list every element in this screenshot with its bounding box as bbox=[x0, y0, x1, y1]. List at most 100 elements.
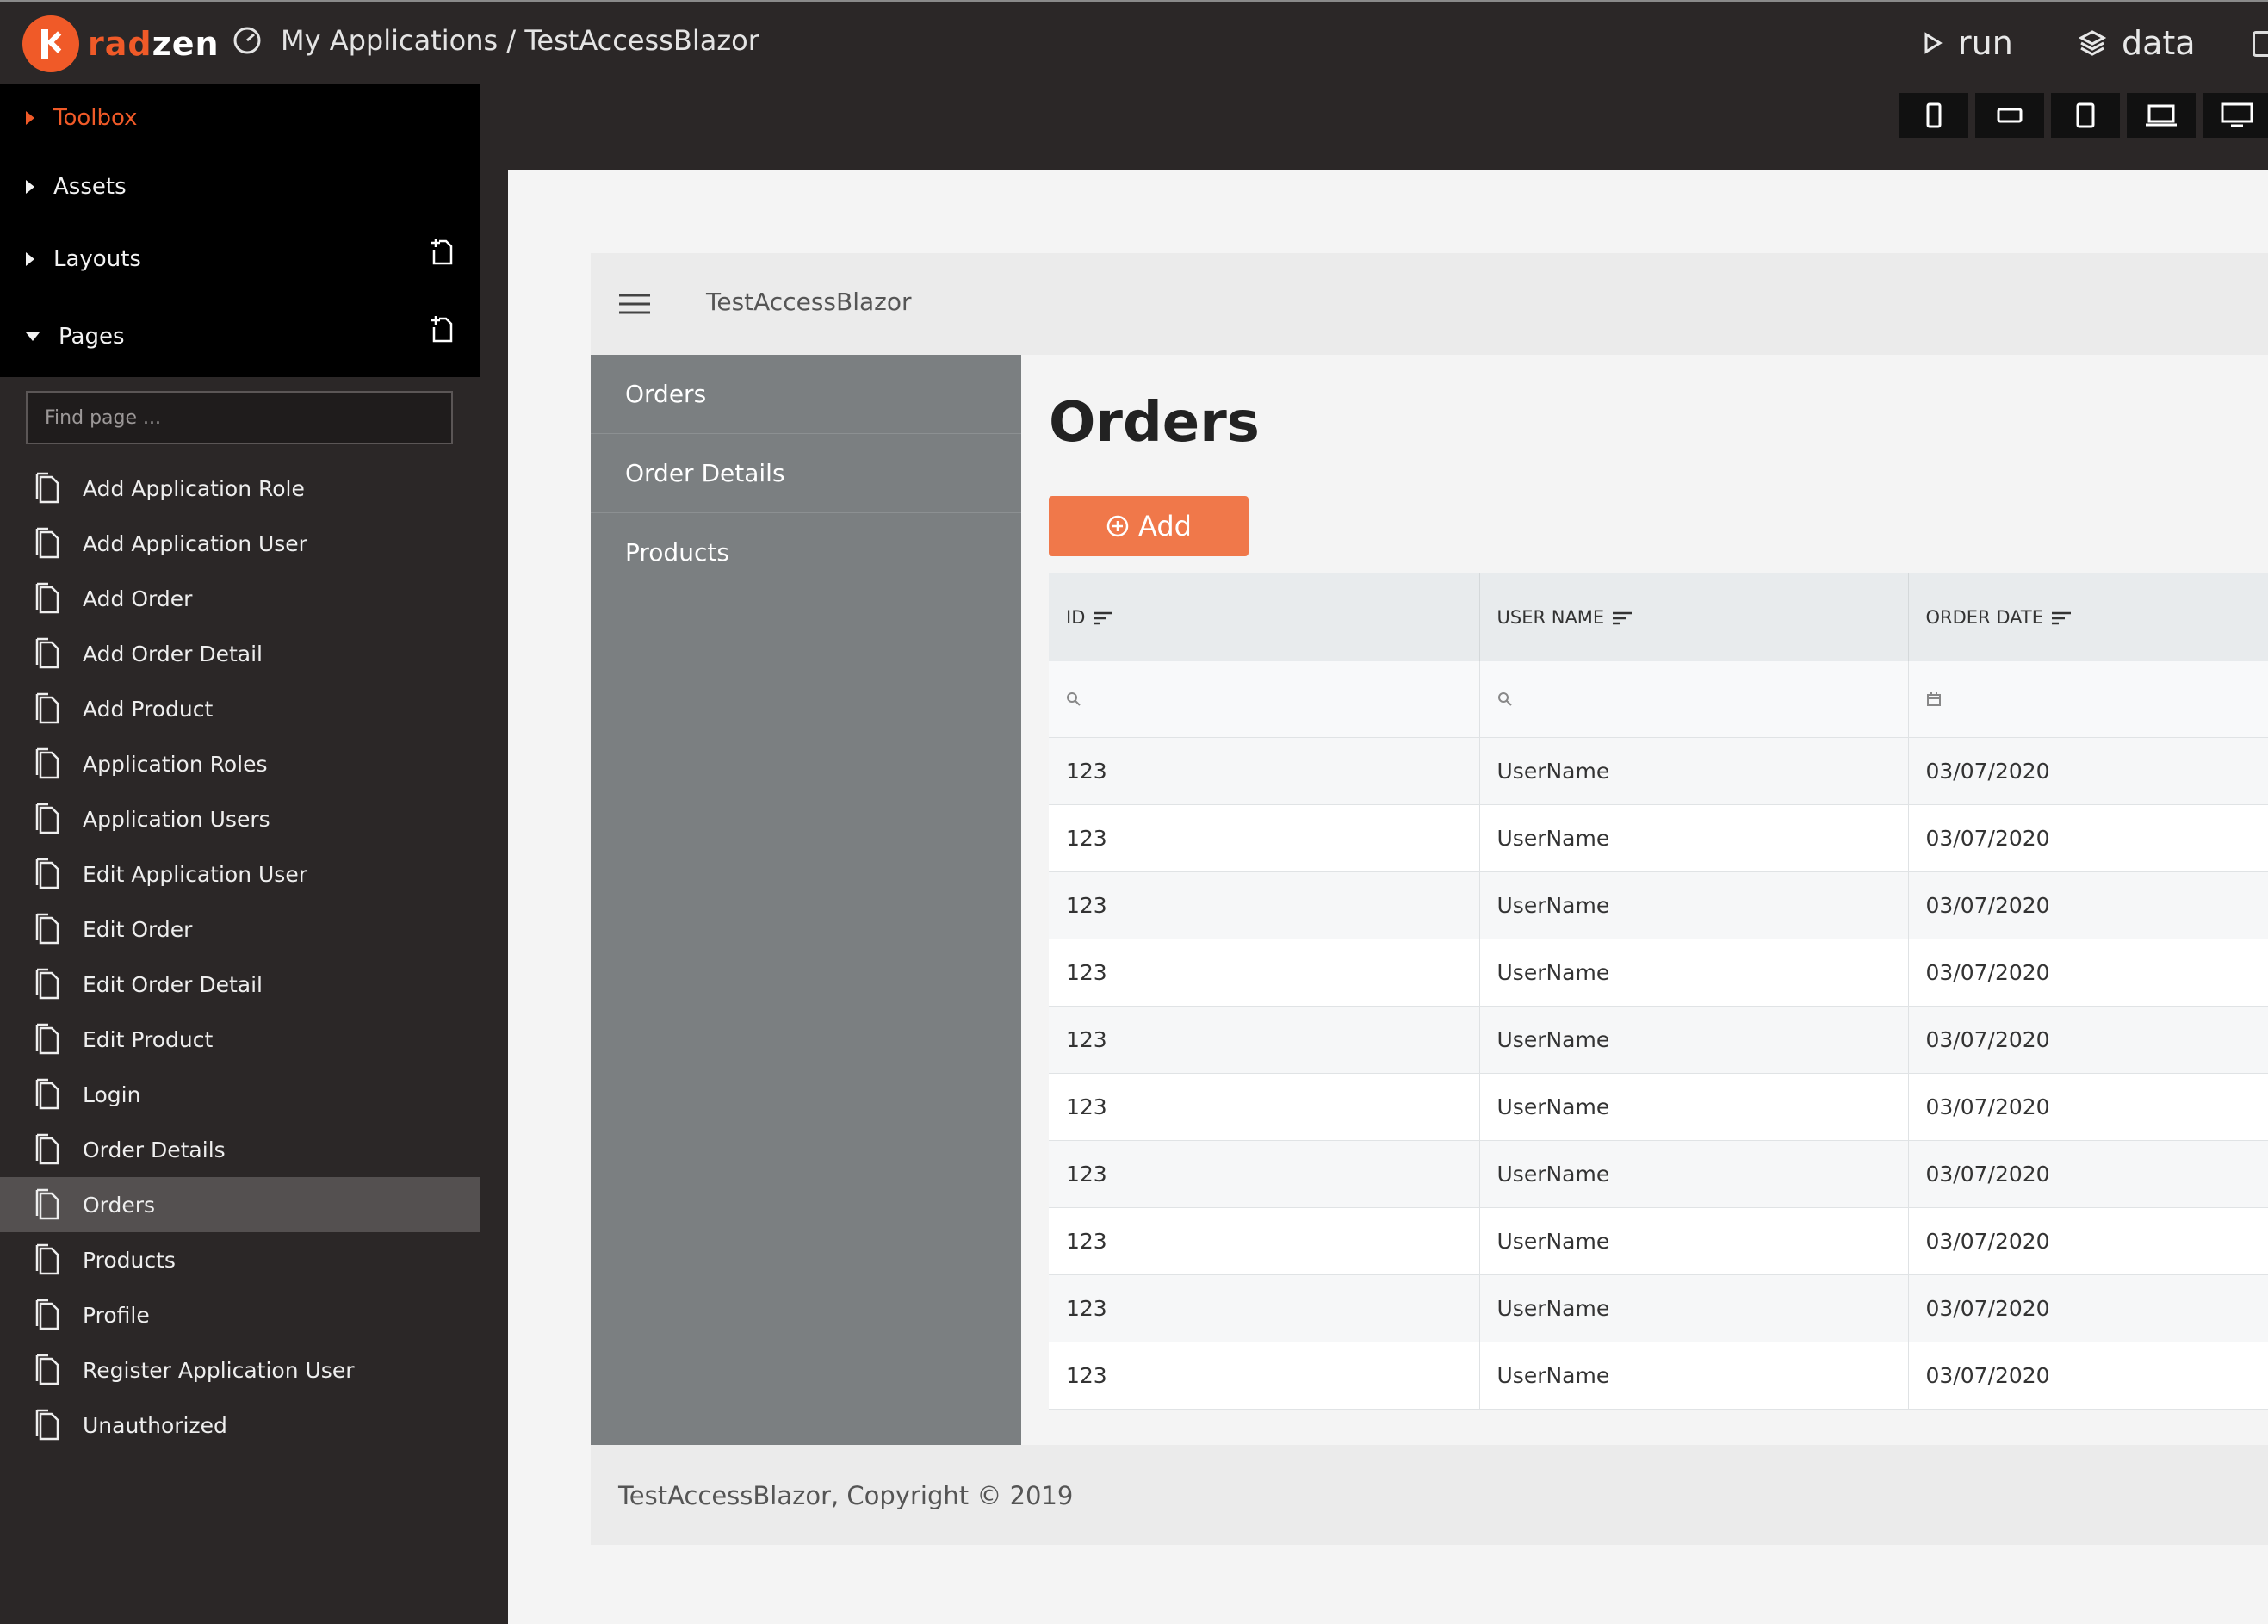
caret-right-icon bbox=[26, 111, 34, 125]
tablet-button[interactable] bbox=[2051, 93, 2120, 138]
file-icon bbox=[35, 1078, 59, 1110]
page-item[interactable]: Add Order bbox=[0, 571, 480, 626]
page-item-label: Add Application User bbox=[83, 530, 307, 556]
find-page-field[interactable] bbox=[26, 391, 453, 444]
page-item[interactable]: Add Order Detail bbox=[0, 626, 480, 681]
search-icon bbox=[1067, 691, 1081, 706]
table-row[interactable]: 123 UserName 03/07/2020 bbox=[1049, 939, 2268, 1007]
phone-landscape-button[interactable] bbox=[1975, 93, 2044, 138]
table-cell: 03/07/2020 bbox=[1908, 939, 2268, 1007]
section-pages[interactable]: Pages bbox=[26, 324, 125, 350]
file-icon bbox=[35, 1023, 59, 1055]
page-item[interactable]: Unauthorized bbox=[0, 1398, 480, 1453]
breadcrumb-text[interactable]: My Applications / TestAccessBlazor bbox=[281, 24, 759, 57]
table-cell: 123 bbox=[1049, 1073, 1480, 1141]
table-row[interactable]: 123 UserName 03/07/2020 bbox=[1049, 1006, 2268, 1074]
page-title: Orders bbox=[1049, 391, 1260, 455]
page-item[interactable]: Add Application User bbox=[0, 516, 480, 571]
page-item[interactable]: Edit Application User bbox=[0, 846, 480, 902]
page-item[interactable]: Application Roles bbox=[0, 736, 480, 791]
table-row[interactable]: 123 UserName 03/07/2020 bbox=[1049, 1274, 2268, 1342]
table-row[interactable]: 123 UserName 03/07/2020 bbox=[1049, 1073, 2268, 1141]
run-button[interactable]: run bbox=[1924, 24, 2013, 62]
table-row[interactable]: 123 UserName 03/07/2020 bbox=[1049, 1342, 2268, 1410]
gauge-icon bbox=[233, 27, 261, 54]
page-item[interactable]: Login bbox=[0, 1067, 480, 1122]
column-header[interactable]: ID bbox=[1049, 573, 1480, 661]
file-icon bbox=[35, 1243, 59, 1275]
table-row[interactable]: 123 UserName 03/07/2020 bbox=[1049, 804, 2268, 872]
filter-row bbox=[1049, 661, 2268, 738]
table-row[interactable]: 123 UserName 03/07/2020 bbox=[1049, 871, 2268, 939]
orderdate-filter-cell[interactable] bbox=[1908, 661, 2268, 738]
page-item-label: Add Order bbox=[83, 586, 193, 611]
id-filter-cell[interactable] bbox=[1049, 661, 1480, 738]
add-page-icon[interactable] bbox=[431, 238, 453, 265]
table-cell: UserName bbox=[1479, 737, 1909, 805]
phone-portrait-button[interactable] bbox=[1899, 93, 1968, 138]
section-pages-label: Pages bbox=[59, 324, 125, 350]
column-header[interactable]: USER NAME bbox=[1479, 573, 1909, 661]
column-header[interactable]: ORDER DATE bbox=[1908, 573, 2268, 661]
table-cell: 03/07/2020 bbox=[1908, 1342, 2268, 1410]
page-item[interactable]: Add Application Role bbox=[0, 461, 480, 516]
sidebar-sections: Toolbox Assets Layouts Pages bbox=[0, 84, 480, 377]
nav-item[interactable]: Order Details bbox=[591, 434, 1021, 513]
nav-item[interactable]: Products bbox=[591, 513, 1021, 592]
table-row[interactable]: 123 UserName 03/07/2020 bbox=[1049, 1207, 2268, 1275]
page-item[interactable]: Orders bbox=[0, 1177, 480, 1232]
page-item-label: Orders bbox=[83, 1192, 156, 1218]
find-page-input[interactable] bbox=[28, 393, 451, 443]
app-header: TestAccessBlazor bbox=[591, 253, 2268, 355]
table-row[interactable]: 123 UserName 03/07/2020 bbox=[1049, 1140, 2268, 1208]
app-title: TestAccessBlazor bbox=[706, 288, 912, 316]
caret-right-icon bbox=[26, 252, 34, 266]
table-cell: UserName bbox=[1479, 1140, 1909, 1208]
table-row[interactable]: 123 UserName 03/07/2020 bbox=[1049, 737, 2268, 805]
username-filter-cell[interactable] bbox=[1479, 661, 1909, 738]
sort-icon[interactable] bbox=[1613, 611, 1633, 625]
main-content: Orders Add ID USER NAME ORDER DATE 123 User… bbox=[1021, 355, 2268, 1445]
table-cell: UserName bbox=[1479, 1342, 1909, 1410]
page-item[interactable]: Add Product bbox=[0, 681, 480, 736]
sort-icon[interactable] bbox=[1094, 611, 1113, 625]
play-icon bbox=[1924, 32, 1943, 54]
page-item[interactable]: Application Users bbox=[0, 791, 480, 846]
lock-icon[interactable] bbox=[2253, 31, 2268, 57]
laptop-button[interactable] bbox=[2127, 93, 2196, 138]
section-toolbox[interactable]: Toolbox bbox=[26, 105, 138, 131]
sidebar-toggle[interactable] bbox=[591, 253, 679, 355]
phone-icon bbox=[1926, 102, 1942, 128]
page-item[interactable]: Edit Order bbox=[0, 902, 480, 957]
sort-icon[interactable] bbox=[2051, 611, 2071, 625]
add-button[interactable]: Add bbox=[1049, 496, 1249, 556]
add-page-icon[interactable] bbox=[431, 315, 453, 343]
page-item[interactable]: Order Details bbox=[0, 1122, 480, 1177]
page-item[interactable]: Profile bbox=[0, 1287, 480, 1342]
data-button[interactable]: data bbox=[2079, 24, 2196, 62]
page-item-label: Add Product bbox=[83, 696, 214, 722]
breadcrumb[interactable]: My Applications / TestAccessBlazor bbox=[232, 24, 759, 57]
table-cell: 03/07/2020 bbox=[1908, 1006, 2268, 1074]
section-layouts[interactable]: Layouts bbox=[26, 246, 141, 272]
table-cell: 03/07/2020 bbox=[1908, 804, 2268, 872]
radzen-logo[interactable]: radzen bbox=[22, 15, 220, 72]
section-assets[interactable]: Assets bbox=[26, 174, 127, 200]
desktop-button[interactable] bbox=[2203, 93, 2268, 138]
page-item[interactable]: Edit Product bbox=[0, 1012, 480, 1067]
table-cell: 123 bbox=[1049, 737, 1480, 805]
table-cell: UserName bbox=[1479, 939, 1909, 1007]
nav-item[interactable]: Orders bbox=[591, 355, 1021, 434]
page-item[interactable]: Products bbox=[0, 1232, 480, 1287]
page-item-label: Login bbox=[83, 1082, 141, 1107]
orders-grid: ID USER NAME ORDER DATE 123 UserName 03/07/2… bbox=[1049, 573, 2268, 1410]
page-item[interactable]: Edit Order Detail bbox=[0, 957, 480, 1012]
add-button-label: Add bbox=[1138, 510, 1192, 542]
section-layouts-label: Layouts bbox=[53, 246, 141, 272]
pages-list: Add Application Role Add Application User… bbox=[0, 461, 480, 1453]
app-footer: TestAccessBlazor, Copyright © 2019 bbox=[591, 1445, 2268, 1545]
page-item[interactable]: Register Application User bbox=[0, 1342, 480, 1398]
table-cell: UserName bbox=[1479, 871, 1909, 939]
column-header-label: ID bbox=[1066, 607, 1086, 628]
column-header-label: USER NAME bbox=[1497, 607, 1605, 628]
